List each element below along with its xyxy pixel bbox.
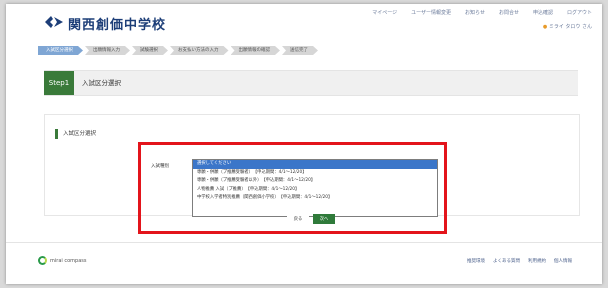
step-header: Step1 入試区分選択 [44,70,578,96]
section-title: 入試区分選択 [63,131,97,137]
school-logo-icon [45,16,63,28]
browser-page: 関西創価中学校 マイページ ユーザー情報変更 お知らせ お問合せ 申込確認 ログ… [6,4,602,284]
footer-divider [6,242,602,243]
top-link-mypage[interactable]: マイページ [372,9,397,16]
step-exam-choice: 試験選択 [132,46,168,55]
top-link-contact[interactable]: お問合せ [499,9,519,16]
top-link-confirm[interactable]: 申込確認 [533,9,553,16]
dropdown-option[interactable]: 中学校入学者特別推薦（関西創価小学校） 【申込期間：4/1〜12/20】 [193,194,437,203]
top-nav: マイページ ユーザー情報変更 お知らせ お問合せ 申込確認 ログアウト [372,9,592,16]
footer-logo: mirai compass [38,256,86,265]
dropdown-option[interactable]: 専願・併願（プ推薦受験者） 【申込期間：4/1〜12/20】 [193,169,437,178]
footer-logo-text: mirai compass [50,257,87,264]
site-header: 関西創価中学校 マイページ ユーザー情報変更 お知らせ お問合せ 申込確認 ログ… [6,4,602,40]
user-info: ● ミライ タロウ さん [543,23,592,30]
section-marker [55,129,58,139]
content-panel: 入試区分選択 入試種別 選択してください 専願・併願（プ推薦受験者） 【申込期間… [44,114,580,224]
mirai-compass-logo-icon [38,256,47,265]
dropdown-option[interactable]: 選択してください [193,160,437,169]
user-icon: ● [542,24,548,30]
school-name: 関西創価中学校 [68,18,167,33]
footer-link-terms[interactable]: 利用規約 [528,258,546,264]
top-link-news[interactable]: お知らせ [465,9,485,16]
back-button[interactable]: 戻る [287,214,309,223]
footer-links: 推奨環境 よくある質問 利用規約 個人情報 [467,258,572,264]
progress-steps: 入試区分選択 出願情報入力 試験選択 お支払い方法の入力 出願情報の確認 送信完… [38,46,320,55]
step-applicant-info: 出願情報入力 [85,46,130,55]
step-exam-select: 入試区分選択 [38,46,83,55]
top-link-user-info[interactable]: ユーザー情報変更 [411,9,451,16]
dropdown-option[interactable]: 人物推薦 入試（プ推薦） 【申込期間：4/1〜12/20】 [193,186,437,195]
footer-link-faq[interactable]: よくある質問 [493,258,520,264]
dropdown-option[interactable]: 専願・併願（プ推薦受験者以外） 【申込期間：4/1〜12/20】 [193,177,437,186]
user-name: ミライ タロウ さん [548,24,592,30]
step-badge: Step1 [44,71,74,95]
step-confirm: 出願情報の確認 [231,46,281,55]
step-payment: お支払い方法の入力 [170,46,229,55]
step-title: 入試区分選択 [82,79,121,87]
exam-type-dropdown[interactable]: 選択してください 専願・併願（プ推薦受験者） 【申込期間：4/1〜12/20】 … [192,159,438,217]
top-link-logout[interactable]: ログアウト [567,9,592,16]
step-complete: 送信完了 [282,46,318,55]
footer-link-privacy[interactable]: 個人情報 [554,258,572,264]
footer-link-environment[interactable]: 推奨環境 [467,258,485,264]
exam-type-label: 入試種別 [151,164,169,169]
next-button[interactable]: 次へ [313,214,335,224]
